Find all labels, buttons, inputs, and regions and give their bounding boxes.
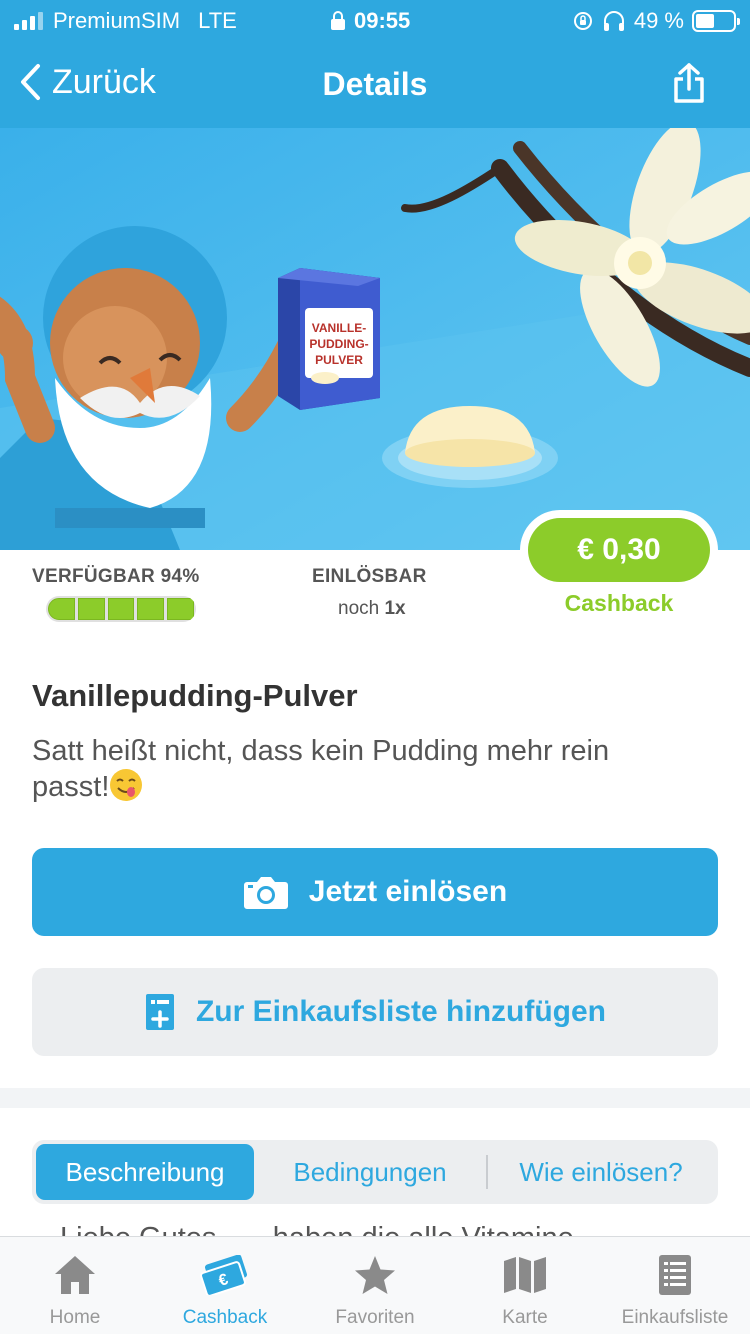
cashback-label: Cashback	[564, 590, 674, 616]
lock-icon	[331, 11, 345, 30]
redeem-button[interactable]: Jetzt einlösen	[32, 848, 718, 936]
add-to-shopping-list-label: Zur Einkaufsliste hinzufügen	[195, 995, 607, 1028]
battery-percent: 49 %	[633, 8, 684, 33]
availability-value: 94%	[160, 566, 200, 587]
progress-segment	[77, 598, 105, 620]
tabbar-label-karte: Karte	[502, 1307, 548, 1328]
tabbar-label-cashback: Cashback	[182, 1307, 268, 1328]
battery-icon	[692, 10, 740, 32]
tabbar-item-einkaufsliste[interactable]: Einkaufsliste	[600, 1237, 750, 1334]
signal-icon	[14, 12, 43, 30]
carrier-name: PremiumSIM	[53, 8, 181, 33]
home-icon	[55, 1256, 95, 1294]
cashback-icon: €	[200, 1255, 247, 1295]
network-type: LTE	[198, 8, 237, 33]
detail-tabs: Beschreibung Bedingungen Wie einlösen?	[32, 1140, 718, 1204]
rotation-lock-icon	[573, 12, 592, 30]
tabbar-item-home[interactable]: Home	[0, 1237, 150, 1334]
tab-beschreibung[interactable]: Beschreibung	[36, 1144, 254, 1200]
redeemable-label: EINLÖSBAR	[312, 566, 427, 587]
share-icon	[674, 63, 704, 103]
redeemable-count-value: 1x	[384, 598, 406, 619]
list-icon	[659, 1255, 691, 1295]
offer-stats: VERFÜGBAR 94% EINLÖSBAR noch 1x € 0,30 C…	[0, 510, 750, 640]
status-bar: PremiumSIM LTE 09:55 49 %	[0, 0, 750, 40]
tab-bedingungen[interactable]: Bedingungen	[254, 1144, 486, 1200]
shopping-list-add-icon	[145, 994, 174, 1030]
availability-label: VERFÜGBAR 94%	[32, 566, 200, 588]
tabbar-label-home: Home	[49, 1307, 101, 1328]
header: PremiumSIM LTE 09:55 49 % Zurück Details	[0, 0, 750, 128]
redeem-button-label: Jetzt einlösen	[308, 875, 508, 908]
product-title: Vanillepudding-Pulver	[32, 678, 358, 713]
product-description: Satt heißt nicht, dass kein Pudding mehr…	[32, 734, 652, 804]
tab-wie-einloesen[interactable]: Wie einlösen?	[488, 1144, 714, 1200]
tabbar-label-einkaufsliste: Einkaufsliste	[621, 1307, 729, 1328]
progress-segment	[48, 598, 75, 620]
product-hero-image: VANILLE- PUDDING- PULVER	[0, 128, 750, 550]
progress-segment	[167, 598, 194, 620]
box-label-line3: PULVER	[315, 353, 363, 367]
map-icon	[504, 1257, 546, 1293]
progress-segment	[137, 598, 165, 620]
clock: 09:55	[354, 8, 411, 33]
section-divider	[0, 1088, 750, 1108]
tabbar-label-favoriten: Favoriten	[335, 1307, 415, 1328]
headphones-icon	[603, 11, 624, 31]
redeemable-prefix: noch	[338, 598, 380, 619]
progress-segment	[107, 598, 135, 620]
yum-emoji-icon	[110, 769, 143, 801]
page-title: Details	[322, 66, 428, 102]
box-label-line1: VANILLE-	[312, 321, 366, 335]
redeemable-count: noch 1x	[338, 598, 406, 620]
bottom-tab-bar: Home € Cashback Favoriten Karte Einkaufs…	[0, 1236, 750, 1334]
box-label-line2: PUDDING-	[309, 337, 368, 351]
pudding-box: VANILLE- PUDDING- PULVER	[278, 268, 380, 410]
star-icon	[355, 1256, 395, 1294]
tabbar-item-karte[interactable]: Karte	[450, 1237, 600, 1334]
share-button[interactable]	[672, 62, 706, 109]
cashback-amount: € 0,30	[528, 518, 710, 582]
navigation-bar: Zurück Details	[0, 40, 750, 128]
tabbar-item-cashback[interactable]: € Cashback	[150, 1237, 300, 1334]
add-to-shopping-list-button[interactable]: Zur Einkaufsliste hinzufügen	[32, 968, 718, 1056]
availability-progress-bar	[46, 596, 196, 622]
tabbar-item-favoriten[interactable]: Favoriten	[300, 1237, 450, 1334]
cashback-badge: € 0,30	[520, 510, 718, 590]
hero-illustration: VANILLE- PUDDING- PULVER	[0, 128, 750, 550]
availability-label-text: VERFÜGBAR	[32, 566, 156, 587]
camera-icon	[243, 877, 288, 909]
